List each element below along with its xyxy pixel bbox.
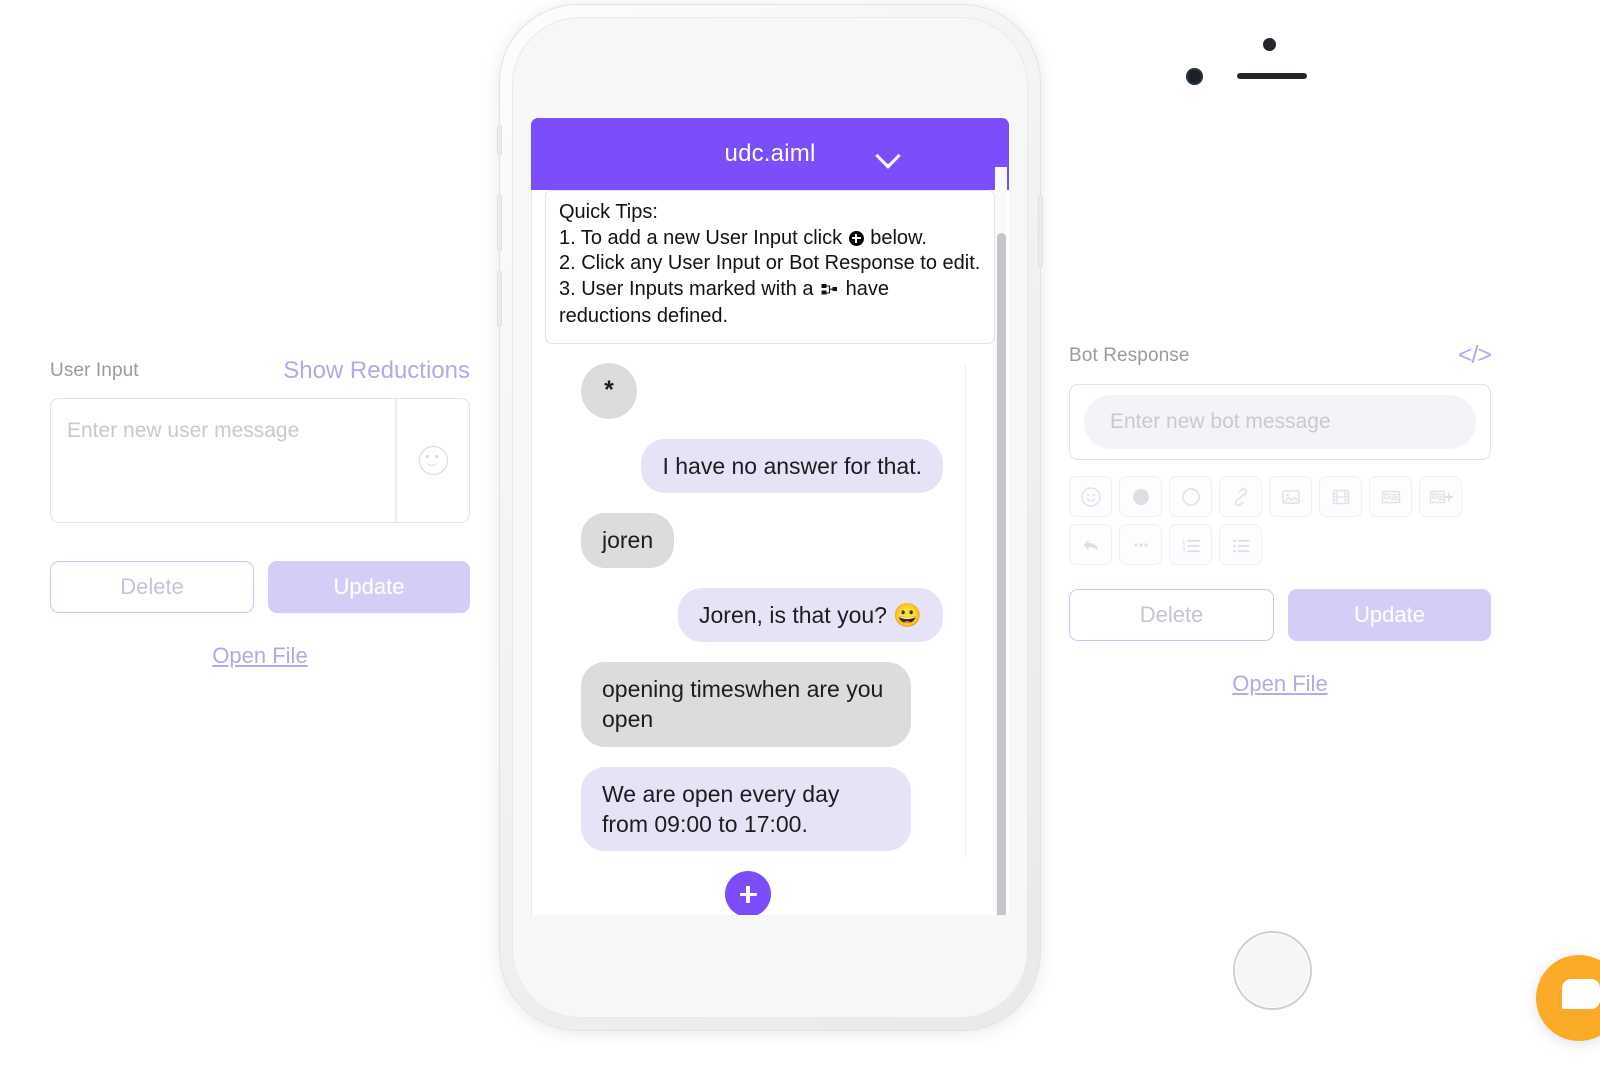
message-bubble-star[interactable]: * bbox=[581, 362, 637, 419]
user-input-box bbox=[50, 398, 470, 523]
user-input-actions: Delete Update bbox=[50, 561, 470, 613]
app-title: udc.aiml bbox=[724, 140, 816, 167]
quick-tips-line-1-post: below. bbox=[864, 226, 927, 249]
outline-circle-icon[interactable] bbox=[1169, 476, 1212, 517]
user-update-button[interactable]: Update bbox=[268, 561, 470, 613]
quick-tips-line-3-pre: 3. User Inputs marked with a bbox=[559, 277, 820, 300]
chat-divider bbox=[965, 362, 966, 858]
video-icon[interactable] bbox=[1319, 476, 1362, 517]
bot-response-toolbar: 123 bbox=[1069, 476, 1469, 565]
bot-response-box: Enter new bot message bbox=[1069, 384, 1491, 460]
card-icon[interactable] bbox=[1369, 476, 1412, 517]
user-input-panel: User Input Show Reductions Delete Update… bbox=[50, 357, 470, 669]
ordered-list-icon[interactable]: 123 bbox=[1169, 524, 1212, 565]
show-reductions-link[interactable]: Show Reductions bbox=[283, 357, 470, 385]
message-bubble-bot[interactable]: I have no answer for that. bbox=[641, 438, 943, 494]
user-delete-button[interactable]: Delete bbox=[50, 561, 254, 613]
quick-tips-line-2: 2. Click any User Input or Bot Response … bbox=[559, 252, 981, 275]
phone-sensor-icon bbox=[1263, 38, 1276, 51]
bullet-list-icon[interactable] bbox=[1219, 524, 1262, 565]
message-bubble-bot[interactable]: We are open every day from 09:00 to 17:0… bbox=[581, 766, 911, 852]
quick-tips-line-1-pre: 1. To add a new User Input click bbox=[559, 226, 848, 249]
bot-response-panel: Bot Response </> Enter new bot message 1… bbox=[1069, 341, 1492, 697]
message-bubble-bot[interactable]: Joren, is that you? 😀 bbox=[678, 587, 943, 643]
user-input-textarea[interactable] bbox=[51, 399, 396, 522]
user-input-emoji-button[interactable] bbox=[396, 399, 469, 522]
image-icon[interactable] bbox=[1269, 476, 1312, 517]
message-row[interactable]: opening timeswhen are you open bbox=[581, 662, 943, 747]
bot-response-input[interactable]: Enter new bot message bbox=[1084, 395, 1476, 449]
plus-circle-icon bbox=[848, 230, 864, 246]
bot-update-button[interactable]: Update bbox=[1288, 589, 1491, 641]
app-root: User Input Show Reductions Delete Update… bbox=[0, 0, 1600, 1067]
phone-home-button[interactable] bbox=[1235, 933, 1310, 1008]
message-row[interactable]: We are open every day from 09:00 to 17:0… bbox=[581, 766, 943, 852]
user-input-label: User Input bbox=[50, 360, 139, 381]
smiley-icon bbox=[418, 446, 448, 475]
bot-response-actions: Delete Update bbox=[1069, 589, 1491, 641]
bot-delete-button[interactable]: Delete bbox=[1069, 589, 1274, 641]
message-row[interactable]: joren bbox=[581, 513, 943, 568]
screen-body: Quick Tips: 1. To add a new User Input c… bbox=[531, 166, 1009, 915]
sitemap-icon bbox=[821, 279, 838, 305]
message-bubble-user[interactable]: joren bbox=[581, 513, 675, 568]
user-open-file-link[interactable]: Open File bbox=[50, 643, 470, 669]
reply-icon[interactable] bbox=[1069, 524, 1112, 565]
phone-power-button bbox=[1038, 195, 1043, 267]
message-bubble-user[interactable]: opening timeswhen are you open bbox=[581, 662, 911, 747]
phone-volume-up-button bbox=[497, 195, 502, 251]
chat-scrollbar-thumb[interactable] bbox=[997, 232, 1006, 915]
link-icon[interactable] bbox=[1219, 476, 1262, 517]
chevron-down-icon[interactable] bbox=[875, 143, 901, 169]
quick-tips-line-3: 3. User Inputs marked with a have reduct… bbox=[559, 277, 981, 330]
bot-open-file-link[interactable]: Open File bbox=[1069, 671, 1491, 697]
ellipsis-icon[interactable] bbox=[1119, 524, 1162, 565]
code-view-icon[interactable]: </> bbox=[1458, 341, 1492, 370]
phone-screen: udc.aiml Quick Tips: 1. To add a new Use… bbox=[531, 118, 1009, 915]
quick-tips-line-1: 1. To add a new User Input click below. bbox=[559, 226, 981, 252]
svg-text:3: 3 bbox=[1182, 548, 1186, 554]
card-add-icon[interactable] bbox=[1419, 476, 1462, 517]
message-row[interactable]: * bbox=[581, 362, 943, 419]
phone-mute-switch bbox=[497, 125, 502, 155]
phone-camera-icon bbox=[1186, 68, 1203, 85]
add-message-button[interactable] bbox=[725, 871, 771, 915]
message-row[interactable]: Joren, is that you? 😀 bbox=[581, 587, 943, 643]
filled-circle-icon[interactable] bbox=[1119, 476, 1162, 517]
bot-response-header: Bot Response </> bbox=[1069, 341, 1492, 375]
quick-tips-box: Quick Tips: 1. To add a new User Input c… bbox=[545, 190, 995, 344]
phone-volume-down-button bbox=[497, 271, 502, 327]
app-header: udc.aiml bbox=[531, 118, 1009, 190]
bot-response-label: Bot Response bbox=[1069, 345, 1190, 366]
phone-speaker-icon bbox=[1237, 73, 1307, 79]
emoji-icon[interactable] bbox=[1069, 476, 1112, 517]
message-row[interactable]: I have no answer for that. bbox=[581, 438, 943, 494]
quick-tips-title: Quick Tips: bbox=[559, 201, 658, 223]
user-input-header: User Input Show Reductions bbox=[50, 357, 470, 390]
chat-area: * I have no answer for that. joren Joren… bbox=[531, 166, 1009, 915]
message-list: * I have no answer for that. joren Joren… bbox=[531, 362, 965, 915]
help-chat-widget[interactable] bbox=[1536, 955, 1600, 1041]
